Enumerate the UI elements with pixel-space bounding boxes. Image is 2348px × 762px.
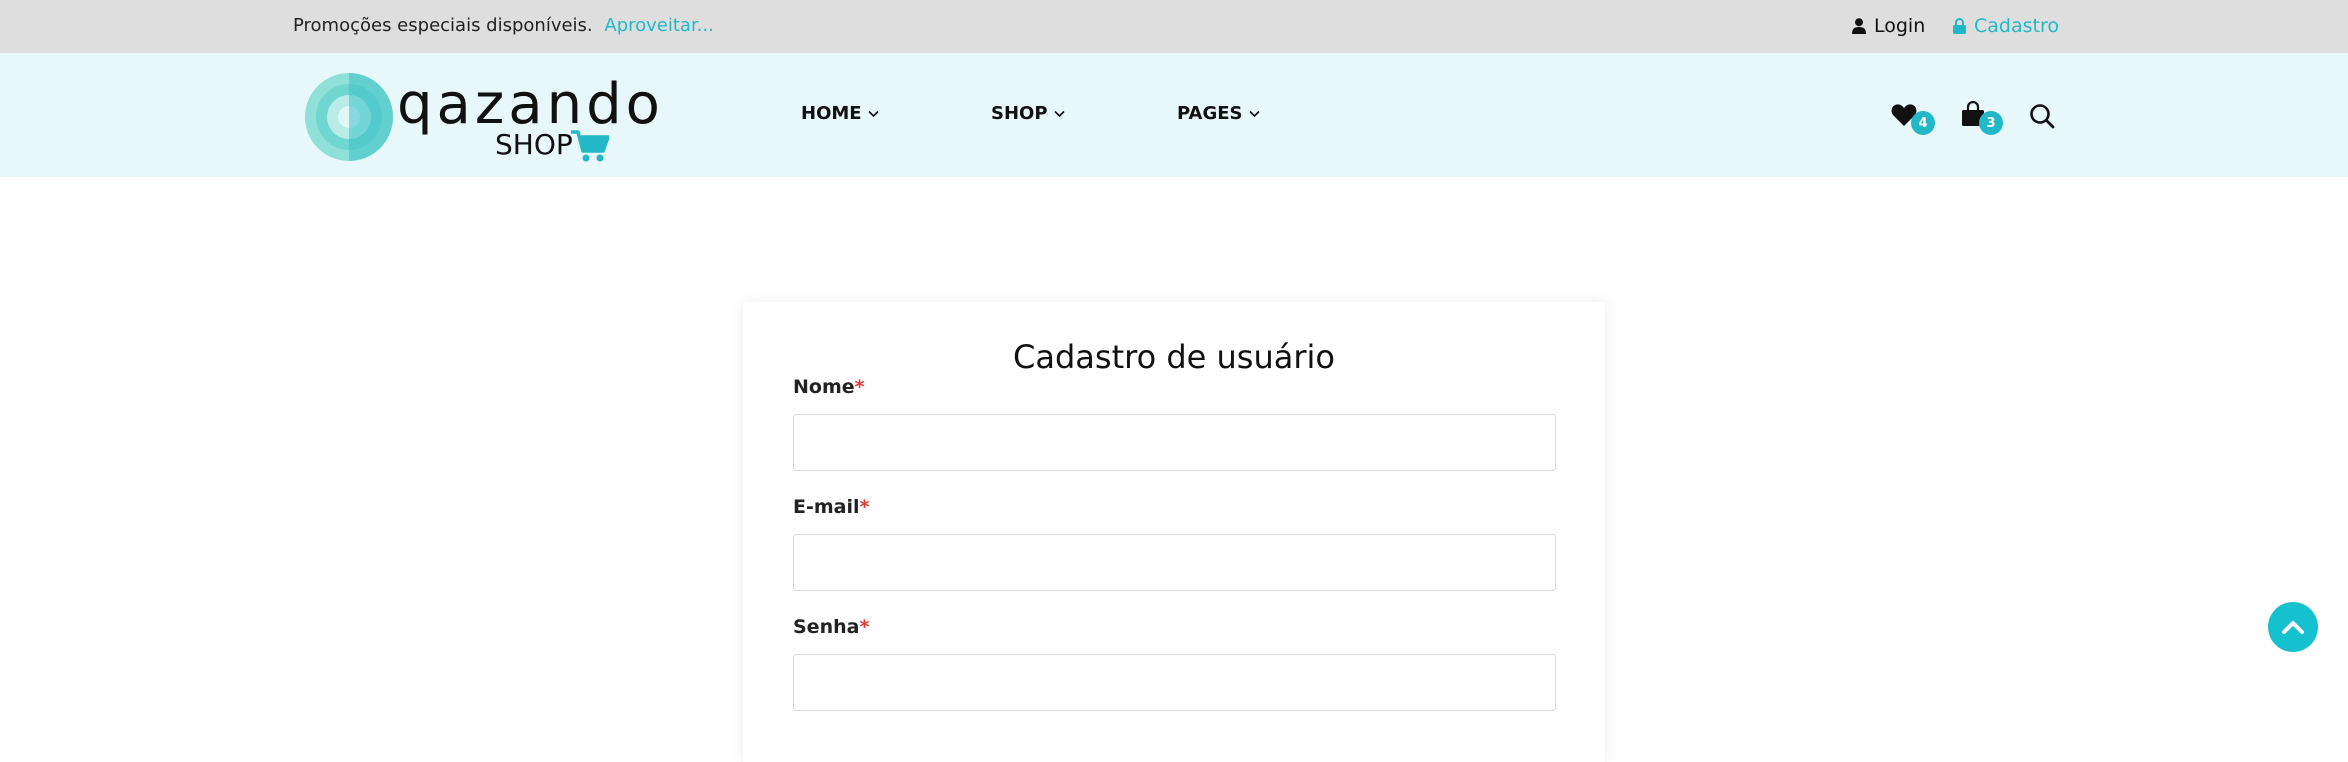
password-input[interactable]	[793, 654, 1556, 711]
chevron-down-icon	[1053, 110, 1065, 117]
back-to-top-button[interactable]	[2268, 602, 2318, 652]
name-label: Nome*	[793, 376, 865, 398]
logo-sub: SHOP	[495, 128, 573, 161]
email-label-text: E-mail	[793, 496, 860, 518]
chevron-down-icon	[1248, 110, 1260, 117]
site-logo[interactable]: qazando SHOP	[305, 71, 660, 163]
nav-pages[interactable]: PAGES	[1177, 103, 1260, 124]
promo-banner: Promoções especiais disponíveis. Aprovei…	[293, 15, 714, 36]
login-label: Login	[1874, 15, 1926, 37]
user-icon	[1852, 18, 1866, 34]
form-title: Cadastro de usuário	[1013, 338, 1335, 376]
name-input[interactable]	[793, 414, 1556, 471]
nav-shop-label: SHOP	[991, 103, 1048, 124]
promo-text: Promoções especiais disponíveis.	[293, 15, 593, 36]
email-input[interactable]	[793, 534, 1556, 591]
chevron-up-icon	[2282, 621, 2304, 634]
wishlist-count-badge: 4	[1911, 111, 1935, 135]
logo-target-icon	[305, 73, 393, 161]
password-label: Senha*	[793, 616, 869, 638]
email-label: E-mail*	[793, 496, 869, 518]
search-button[interactable]	[2029, 103, 2055, 129]
nav-home-label: HOME	[801, 103, 862, 124]
nav-home[interactable]: HOME	[801, 103, 879, 124]
promo-link[interactable]: Aproveitar...	[604, 15, 714, 36]
main-header: qazando SHOP HOME SHOP PAGES 4 3	[0, 53, 2348, 177]
signup-link[interactable]: Cadastro	[1953, 15, 2059, 37]
required-mark: *	[859, 496, 870, 518]
required-mark: *	[854, 376, 865, 398]
cart-button[interactable]: 3	[1961, 101, 2009, 137]
required-mark: *	[859, 616, 870, 638]
signup-form-card: Cadastro de usuário Nome* E-mail* Senha*	[743, 302, 1605, 762]
nav-pages-label: PAGES	[1177, 103, 1243, 124]
wishlist-button[interactable]: 4	[1891, 101, 1939, 137]
lock-icon	[1953, 18, 1966, 34]
cart-icon	[571, 130, 609, 162]
cart-count-badge: 3	[1979, 111, 2003, 135]
signup-label: Cadastro	[1974, 15, 2059, 37]
password-label-text: Senha	[793, 616, 860, 638]
search-icon	[2030, 104, 2055, 129]
top-bar: Promoções especiais disponíveis. Aprovei…	[0, 0, 2348, 53]
chevron-down-icon	[868, 110, 879, 117]
login-link[interactable]: Login	[1852, 15, 1925, 37]
nav-shop[interactable]: SHOP	[991, 103, 1065, 124]
name-label-text: Nome	[793, 376, 855, 398]
